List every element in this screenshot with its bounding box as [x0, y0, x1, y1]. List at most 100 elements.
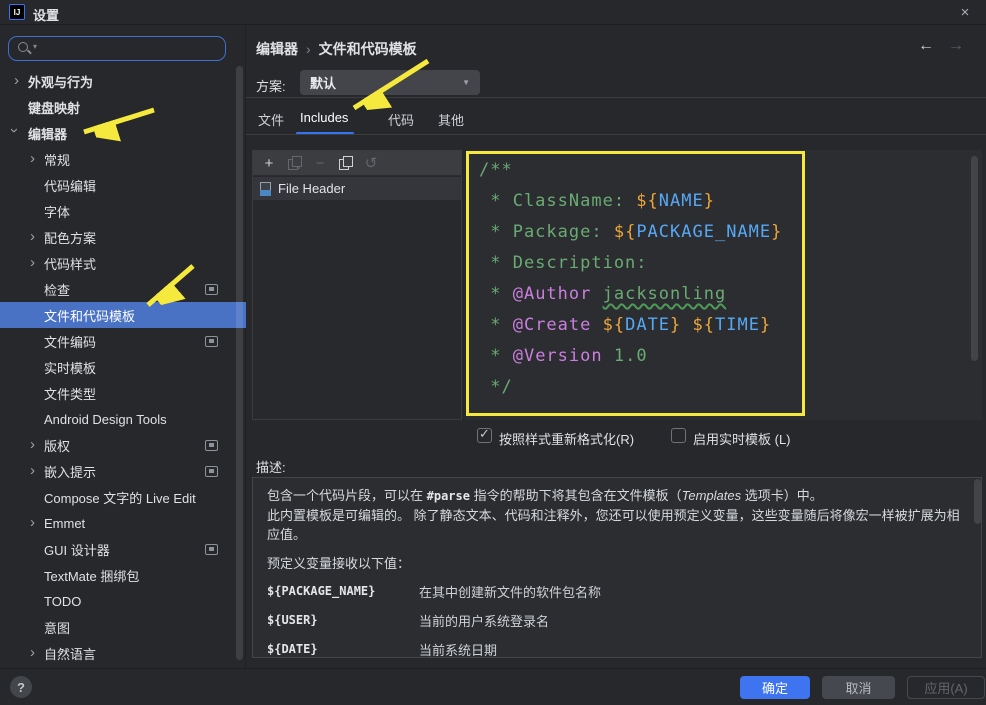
dialog-footer: ? 确定 取消 应用(A)	[0, 668, 986, 705]
no-chevron	[10, 99, 28, 115]
scheme-label: 方案:	[256, 76, 286, 95]
sidebar-item-gui-designer[interactable]: GUI 设计器	[0, 536, 246, 562]
sidebar-item-keymap[interactable]: 键盘映射	[0, 94, 246, 120]
separator	[246, 134, 986, 135]
list-item-file-header[interactable]: File Header	[253, 177, 461, 200]
chevron-right-icon	[26, 255, 44, 271]
tab-files[interactable]: 文件	[258, 110, 284, 129]
back-arrow-icon[interactable]: ←	[918, 37, 934, 55]
cancel-button[interactable]: 取消	[822, 676, 895, 699]
reformat-checkbox-label[interactable]: 按照样式重新格式化(R)	[499, 429, 634, 448]
no-chevron	[26, 411, 44, 427]
variables-intro: 预定义变量接收以下值：	[267, 554, 967, 573]
no-chevron	[26, 177, 44, 193]
variable-row: ${USER} 当前的用户系统登录名	[267, 611, 967, 631]
code-line: */	[479, 372, 982, 403]
sidebar-item-live-templates[interactable]: 实时模板	[0, 354, 246, 380]
sidebar-item-android-design-tools[interactable]: Android Design Tools	[0, 406, 246, 432]
duplicate-icon[interactable]	[339, 156, 352, 170]
scheme-dropdown[interactable]: 默认 ▼	[300, 70, 480, 95]
help-button[interactable]: ?	[10, 676, 32, 698]
description-paragraph: 此内置模板是可编辑的。 除了静态文本、代码和注释外，您还可以使用预定义变量，这些…	[267, 506, 967, 544]
search-input[interactable]: ▾	[8, 36, 226, 61]
no-chevron	[26, 567, 44, 583]
intellij-logo-icon: IJ	[9, 4, 25, 20]
sidebar-item-emmet[interactable]: Emmet	[0, 510, 246, 536]
variable-row: ${PACKAGE_NAME} 在其中创建新文件的软件包名称	[267, 582, 967, 602]
separator	[246, 97, 986, 98]
remove-icon[interactable]: −	[312, 156, 328, 171]
chevron-down-icon	[10, 125, 28, 141]
settings-content: 编辑器›文件和代码模板 ← → 方案: 默认 ▼ 文件 Includes 代码 …	[246, 25, 986, 668]
tab-other[interactable]: 其他	[438, 110, 464, 129]
settings-sidebar: ▾ 外观与行为 键盘映射 编辑器 常规 代码编辑 字体 配色方案 代码样式 检查…	[0, 25, 246, 668]
code-line: /**	[479, 155, 982, 186]
chevron-right-icon	[26, 151, 44, 167]
template-tabs: 文件 Includes 代码 其他	[246, 105, 986, 135]
sidebar-item-code-style[interactable]: 代码样式	[0, 250, 246, 276]
sidebar-item-copyright[interactable]: 版权	[0, 432, 246, 458]
code-line: * ClassName: ${NAME}	[479, 186, 982, 217]
search-history-chevron-icon: ▾	[33, 42, 37, 51]
sidebar-item-file-and-code-templates[interactable]: 文件和代码模板	[0, 302, 246, 328]
sidebar-item-file-encodings[interactable]: 文件编码	[0, 328, 246, 354]
editor-scrollbar[interactable]	[971, 156, 978, 361]
add-icon[interactable]: +	[261, 156, 277, 171]
sidebar-item-inlay-hints[interactable]: 嵌入提示	[0, 458, 246, 484]
description-scrollbar[interactable]	[974, 479, 981, 524]
sidebar-item-textmate-bundles[interactable]: TextMate 捆绑包	[0, 562, 246, 588]
live-template-checkbox-label[interactable]: 启用实时模板 (L)	[693, 429, 791, 448]
tab-code[interactable]: 代码	[388, 110, 414, 129]
chevron-right-icon	[26, 515, 44, 531]
no-chevron	[26, 489, 44, 505]
no-chevron	[26, 593, 44, 609]
window-title: 设置	[33, 5, 59, 24]
code-line: * @Author jacksonling	[479, 279, 982, 310]
project-level-icon	[205, 544, 218, 555]
sidebar-item-file-types[interactable]: 文件类型	[0, 380, 246, 406]
description-label: 描述:	[256, 457, 286, 476]
sidebar-scrollbar[interactable]	[236, 66, 243, 660]
project-level-icon	[205, 440, 218, 451]
sidebar-item-todo[interactable]: TODO	[0, 588, 246, 614]
live-template-checkbox[interactable]	[671, 428, 686, 443]
sidebar-item-general[interactable]: 常规	[0, 146, 246, 172]
sidebar-item-font[interactable]: 字体	[0, 198, 246, 224]
breadcrumb: 编辑器›文件和代码模板	[256, 39, 417, 59]
no-chevron	[26, 307, 44, 323]
breadcrumb-separator: ›	[298, 41, 319, 57]
project-level-icon	[205, 284, 218, 295]
apply-button: 应用(A)	[907, 676, 985, 699]
description-panel: 包含一个代码片段，可以在 #parse 指令的帮助下将其包含在文件模板（Temp…	[252, 477, 982, 658]
no-chevron	[26, 359, 44, 375]
forward-arrow-icon[interactable]: →	[948, 37, 964, 55]
sidebar-item-intentions[interactable]: 意图	[0, 614, 246, 640]
project-level-icon	[205, 336, 218, 347]
options-row: ✓ 按照样式重新格式化(R) 启用实时模板 (L)	[246, 424, 986, 448]
sidebar-item-appearance[interactable]: 外观与行为	[0, 68, 246, 94]
chevron-right-icon	[26, 645, 44, 661]
chevron-down-icon: ▼	[462, 78, 470, 87]
settings-tree: 外观与行为 键盘映射 编辑器 常规 代码编辑 字体 配色方案 代码样式 检查 文…	[0, 68, 246, 668]
sidebar-item-compose-live-edit[interactable]: Compose 文字的 Live Edit	[0, 484, 246, 510]
sidebar-item-natural-languages[interactable]: 自然语言	[0, 640, 246, 666]
sidebar-item-color-scheme[interactable]: 配色方案	[0, 224, 246, 250]
sidebar-item-code-editing[interactable]: 代码编辑	[0, 172, 246, 198]
template-editor[interactable]: /** * ClassName: ${NAME} * Package: ${PA…	[466, 150, 982, 420]
chevron-right-icon	[26, 437, 44, 453]
reset-icon[interactable]: ↺	[363, 156, 379, 171]
sidebar-item-editor[interactable]: 编辑器	[0, 120, 246, 146]
reformat-checkbox[interactable]: ✓	[477, 428, 492, 443]
breadcrumb-file-templates: 文件和代码模板	[319, 41, 417, 57]
chevron-right-icon	[26, 463, 44, 479]
breadcrumb-editor[interactable]: 编辑器	[256, 41, 298, 57]
code-line: * @Create ${DATE} ${TIME}	[479, 310, 982, 341]
ok-button[interactable]: 确定	[740, 676, 810, 699]
tab-includes[interactable]: Includes	[300, 110, 348, 125]
description-paragraph: 包含一个代码片段，可以在 #parse 指令的帮助下将其包含在文件模板（Temp…	[267, 486, 967, 506]
close-icon[interactable]: ×	[954, 2, 976, 22]
sidebar-item-inspections[interactable]: 检查	[0, 276, 246, 302]
create-from-template-icon[interactable]: +	[288, 156, 301, 170]
no-chevron	[26, 385, 44, 401]
template-list-panel: + + − ↺ File Header	[252, 150, 462, 420]
